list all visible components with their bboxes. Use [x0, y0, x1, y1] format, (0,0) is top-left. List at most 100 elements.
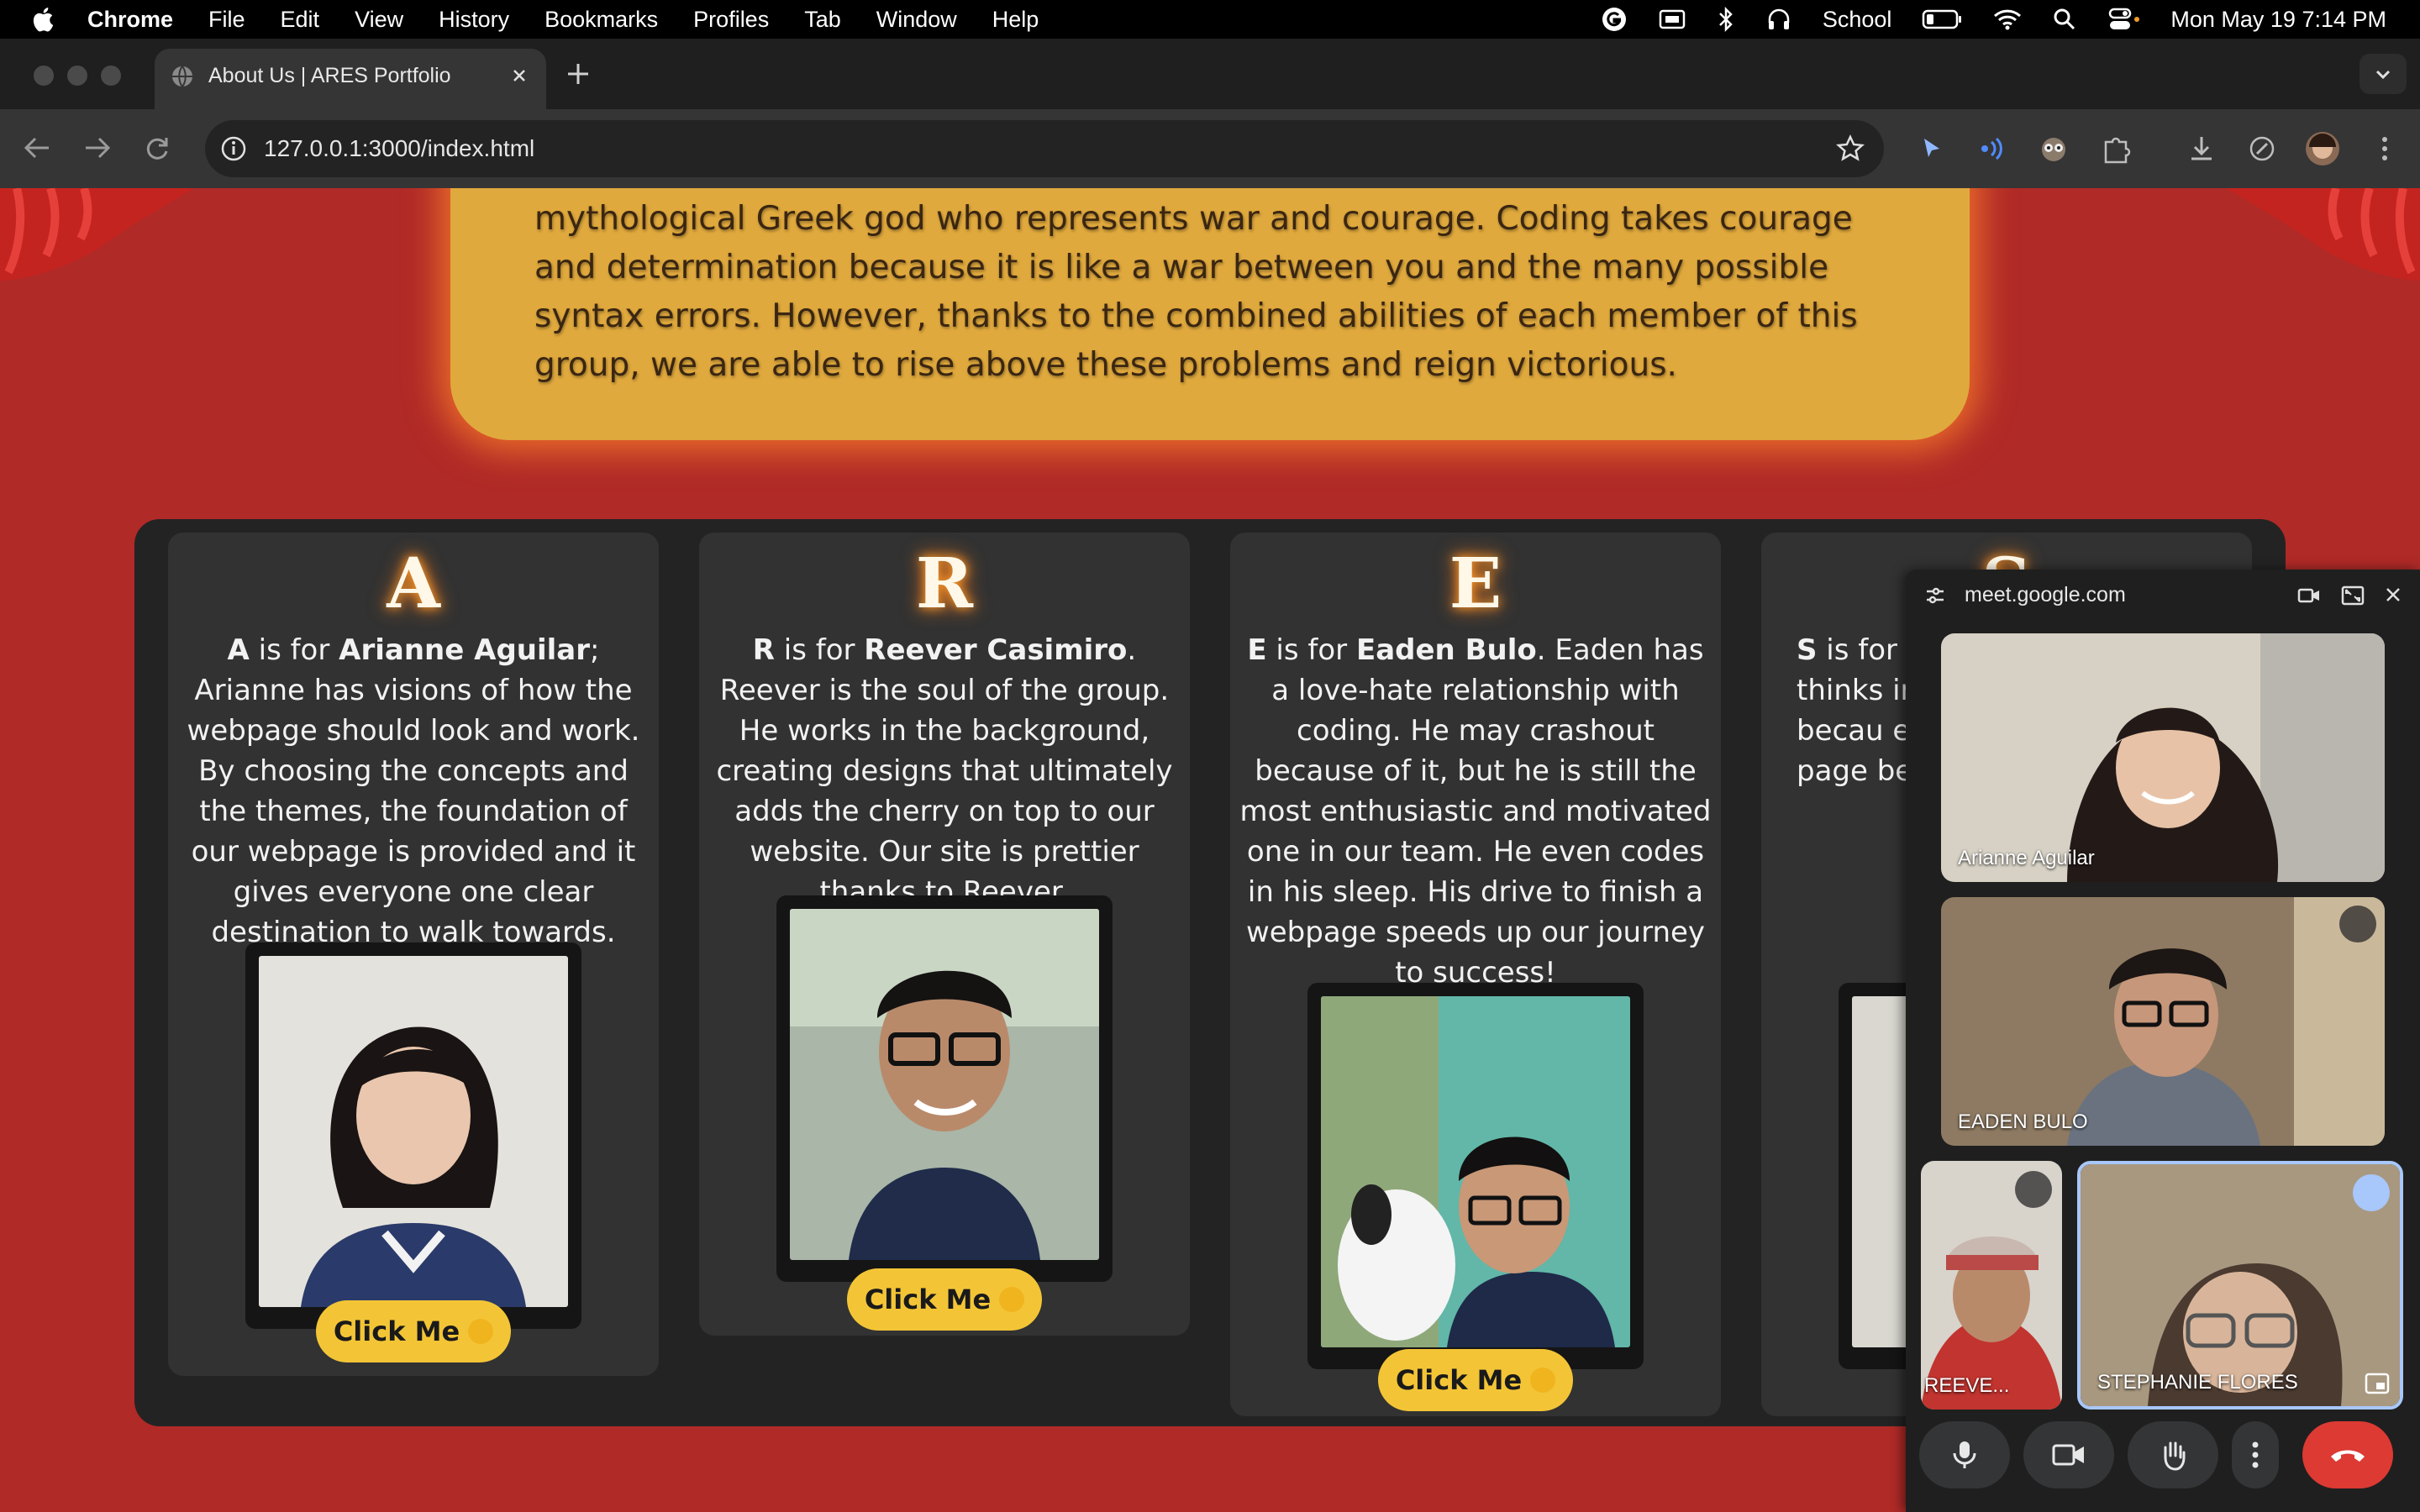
menu-help[interactable]: Help: [992, 7, 1039, 33]
member-name: Reever Casimiro: [864, 633, 1128, 667]
browser-tab-active[interactable]: About Us | ARES Portfolio: [155, 49, 546, 109]
bluetooth-icon[interactable]: [1717, 6, 1735, 33]
macos-menubar: Chrome File Edit View History Bookmarks …: [0, 0, 2420, 39]
curtain-decoration-left: [0, 188, 193, 281]
close-pip-icon[interactable]: [2383, 585, 2403, 605]
back-arrow-icon[interactable]: [22, 134, 52, 161]
click-me-button[interactable]: Click Me: [1378, 1349, 1573, 1411]
forward-arrow-icon[interactable]: [82, 134, 113, 161]
tab-title: About Us | ARES Portfolio: [208, 64, 451, 87]
camera-icon[interactable]: [2297, 585, 2321, 606]
pip-pop-out-icon[interactable]: [2365, 1373, 2390, 1394]
click-me-button[interactable]: Click Me: [847, 1268, 1042, 1331]
participant-name: REEVE...: [1924, 1374, 2010, 1397]
click-me-button[interactable]: Click Me: [316, 1300, 511, 1362]
menu-view[interactable]: View: [355, 7, 403, 33]
about-intro-text: mythological Greek god who represents wa…: [534, 200, 1858, 384]
member-name: Arianne Aguilar: [339, 633, 591, 667]
spotlight-search-icon[interactable]: [2053, 8, 2076, 31]
meet-participant-tile-active-speaker[interactable]: STEPHANIE FLORES: [2077, 1161, 2403, 1410]
address-bar[interactable]: 127.0.0.1:3000/index.html: [205, 120, 1884, 177]
vertical-dots-icon: [2252, 1441, 2259, 1468]
downloads-icon[interactable]: [2185, 132, 2218, 165]
profile-avatar[interactable]: [2306, 132, 2339, 165]
menu-app-name[interactable]: Chrome: [87, 7, 173, 33]
menubar-clock[interactable]: Mon May 19 7:14 PM: [2170, 7, 2386, 33]
back-to-tab-icon[interactable]: [2341, 585, 2365, 606]
participant-name: EADEN BULO: [1958, 1110, 2088, 1133]
video-camera-icon: [2052, 1444, 2084, 1466]
menu-file[interactable]: File: [208, 7, 245, 33]
menu-history[interactable]: History: [439, 7, 509, 33]
hang-up-icon: [2331, 1450, 2365, 1462]
meet-participant-tile[interactable]: EADEN BULO: [1941, 897, 2385, 1146]
mic-muted-icon: [2015, 1171, 2052, 1208]
battery-icon[interactable]: [1922, 8, 1962, 30]
member-photo-frame: [245, 942, 581, 1329]
mic-muted-icon: [2339, 906, 2376, 942]
leave-call-button[interactable]: [2302, 1421, 2393, 1488]
close-tab-icon[interactable]: [508, 64, 531, 87]
menu-edit[interactable]: Edit: [281, 7, 320, 33]
grammarly-icon[interactable]: [1601, 6, 1628, 33]
cursor-extension-icon[interactable]: [1914, 132, 1948, 165]
chrome-menu-icon[interactable]: [2368, 132, 2402, 165]
meet-participant-tile[interactable]: Arianne Aguilar: [1941, 633, 2385, 882]
wifi-icon[interactable]: [1992, 8, 2023, 31]
member-letter: R: [915, 543, 974, 624]
read-aloud-extension-icon[interactable]: [1975, 132, 2008, 165]
member-description: A is for Arianne Aguilar; Arianne has vi…: [168, 630, 659, 953]
bookmark-star-icon[interactable]: [1835, 134, 1865, 164]
headphones-icon[interactable]: [1765, 6, 1792, 33]
microphone-icon: [1953, 1441, 1976, 1468]
tab-search-button[interactable]: [2360, 54, 2407, 94]
more-options-button[interactable]: [2232, 1421, 2279, 1488]
woman-emoji-icon: [468, 1319, 494, 1344]
more-options-icon[interactable]: [2353, 1174, 2390, 1211]
meet-site-label: meet.google.com: [1965, 583, 2126, 606]
microphone-button[interactable]: [1919, 1421, 2010, 1488]
focus-mode-label[interactable]: School: [1823, 7, 1892, 33]
reload-icon[interactable]: [143, 134, 171, 163]
window-minimize-button[interactable]: [67, 66, 87, 86]
menu-tab[interactable]: Tab: [804, 7, 841, 33]
site-settings-icon[interactable]: [1924, 585, 1946, 606]
meet-participant-tile[interactable]: REEVE...: [1921, 1161, 2062, 1410]
google-meet-pip-window[interactable]: meet.google.com Arianne Aguilar EADEN BU…: [1906, 570, 2420, 1512]
site-info-icon[interactable]: [217, 132, 250, 165]
member-desc-text: . Eaden has a love-hate relationship wit…: [1239, 633, 1712, 990]
member-initial: A: [227, 633, 250, 667]
menu-profiles[interactable]: Profiles: [693, 7, 769, 33]
click-me-label: Click Me: [333, 1315, 460, 1347]
member-initial: S: [1797, 633, 1818, 667]
owl-extension-icon[interactable]: [2037, 132, 2070, 165]
member-desc-connector: is for: [774, 633, 865, 667]
new-tab-icon[interactable]: [563, 59, 593, 89]
member-desc-connector: is for: [1817, 633, 1907, 667]
raise-hand-button[interactable]: [2128, 1421, 2218, 1488]
member-card-e: E E is for Eaden Bulo. Eaden has a love-…: [1230, 533, 1721, 1416]
control-center-icon[interactable]: [2107, 7, 2140, 32]
url-text[interactable]: 127.0.0.1:3000/index.html: [264, 135, 534, 162]
curtain-decoration-right: [2227, 188, 2420, 281]
window-close-button[interactable]: [34, 66, 54, 86]
thinking-emoji-icon: [999, 1287, 1025, 1312]
menu-window[interactable]: Window: [876, 7, 957, 33]
window-zoom-button[interactable]: [101, 66, 121, 86]
member-description: E is for Eaden Bulo. Eaden has a love-ha…: [1230, 630, 1721, 993]
participant-video: [1941, 897, 2385, 1146]
menu-bookmarks[interactable]: Bookmarks: [544, 7, 658, 33]
member-desc-text: . Reever is the soul of the group. He wo…: [716, 633, 1173, 909]
extensions-puzzle-icon[interactable]: [2099, 132, 2133, 165]
apple-menu-icon[interactable]: [30, 5, 59, 34]
member-initial: R: [752, 633, 775, 667]
hand-icon: [2164, 1441, 2186, 1471]
member-photo: [259, 956, 568, 1307]
performance-icon[interactable]: [2245, 132, 2279, 165]
globe-icon: [172, 66, 192, 87]
camera-button[interactable]: [2023, 1421, 2114, 1488]
member-card-r: R R is for Reever Casimiro. Reever is th…: [699, 533, 1190, 1336]
screen-record-icon[interactable]: [1658, 7, 1686, 32]
participant-video: [1941, 633, 2385, 882]
member-desc-text: ; Arianne has visions of how the webpage…: [187, 633, 640, 949]
